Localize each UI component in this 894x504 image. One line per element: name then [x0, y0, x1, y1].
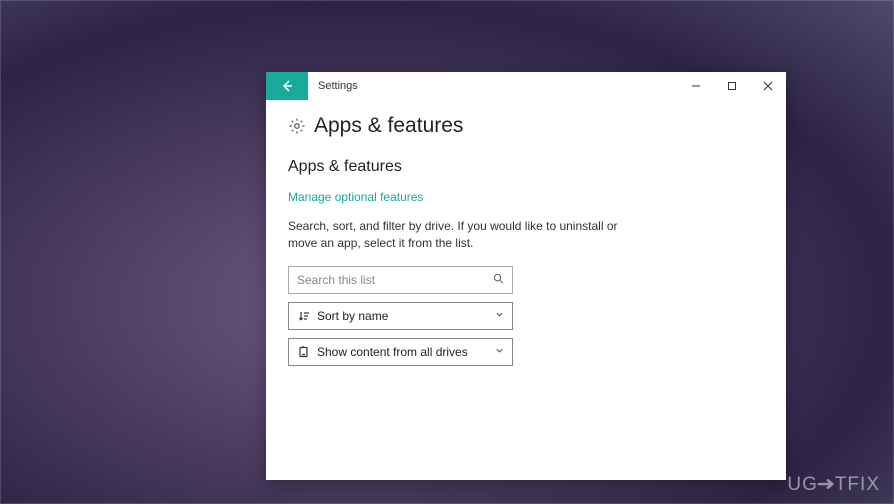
maximize-icon: [727, 81, 737, 91]
filter-dropdown[interactable]: Show content from all drives: [288, 338, 513, 366]
window-titlebar: Settings: [266, 72, 786, 100]
arrow-left-icon: [280, 79, 294, 93]
chevron-down-icon: [495, 346, 504, 357]
page-title: Apps & features: [314, 114, 463, 138]
minimize-button[interactable]: [678, 72, 714, 100]
manage-optional-features-link[interactable]: Manage optional features: [288, 190, 423, 204]
sort-icon: [297, 310, 311, 322]
close-button[interactable]: [750, 72, 786, 100]
gear-icon: [288, 117, 306, 135]
maximize-button[interactable]: [714, 72, 750, 100]
section-title: Apps & features: [288, 158, 764, 176]
sort-dropdown[interactable]: Sort by name: [288, 302, 513, 330]
window-controls: [678, 72, 786, 100]
settings-window: Settings Apps & features Apps & features…: [266, 72, 786, 480]
drive-icon: [297, 346, 311, 358]
filter-label: Show content from all drives: [317, 345, 495, 359]
sort-label: Sort by name: [317, 309, 495, 323]
back-button[interactable]: [266, 72, 308, 100]
watermark: UG➜TFIX: [787, 473, 880, 496]
minimize-icon: [691, 81, 701, 91]
window-title: Settings: [308, 72, 678, 100]
search-input-container[interactable]: [288, 266, 513, 294]
window-content: Apps & features Apps & features Manage o…: [266, 100, 786, 480]
close-icon: [763, 81, 773, 91]
chevron-down-icon: [495, 310, 504, 321]
page-header: Apps & features: [288, 114, 764, 138]
search-icon: [493, 273, 504, 287]
search-input[interactable]: [297, 273, 493, 287]
section-description: Search, sort, and filter by drive. If yo…: [288, 218, 628, 252]
